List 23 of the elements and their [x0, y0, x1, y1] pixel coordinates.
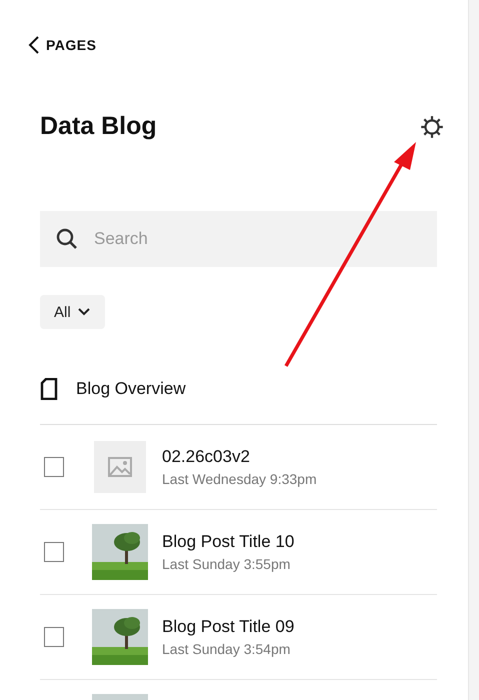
- post-title[interactable]: Blog Post Title 09: [162, 617, 294, 637]
- blog-overview-link[interactable]: Blog Overview: [76, 379, 186, 399]
- landscape-thumbnail: [92, 609, 148, 665]
- post-date: Last Wednesday 9:33pm: [162, 471, 317, 487]
- settings-icon[interactable]: [419, 114, 445, 140]
- search-field[interactable]: Search: [92, 228, 421, 250]
- filter-dropdown[interactable]: All: [40, 295, 105, 329]
- post-title[interactable]: 02.26c03v2: [162, 447, 317, 467]
- page-title: Data Blog: [40, 112, 157, 141]
- checkbox[interactable]: [44, 542, 64, 562]
- landscape-thumbnail: [92, 524, 148, 580]
- checkbox[interactable]: [44, 627, 64, 647]
- image-placeholder: [94, 441, 146, 493]
- search-bar[interactable]: Search: [40, 211, 437, 267]
- post-title[interactable]: Blog Post Title 10: [162, 532, 294, 552]
- back-link[interactable]: PAGES: [26, 34, 98, 56]
- post-date: Last Sunday 3:54pm: [162, 641, 292, 657]
- checkbox[interactable]: [44, 457, 64, 477]
- page-icon: [40, 378, 58, 400]
- post-date: Last Sunday 3:55pm: [162, 556, 292, 572]
- search-icon: [56, 228, 78, 250]
- chevron-left-icon: [28, 36, 40, 54]
- caret-icon: [76, 307, 91, 317]
